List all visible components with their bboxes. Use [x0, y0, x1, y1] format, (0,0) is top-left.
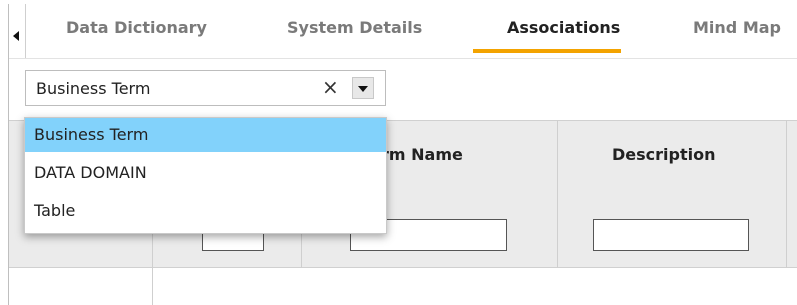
column-divider — [557, 120, 558, 268]
caret-down-icon — [358, 86, 368, 92]
dropdown-option-business-term[interactable]: Business Term — [25, 118, 386, 152]
dropdown-option-table[interactable]: Table — [25, 194, 386, 228]
tab-mind-map[interactable]: Mind Map — [693, 18, 781, 48]
filter-input-description[interactable] — [593, 219, 749, 251]
active-tab-indicator — [473, 49, 621, 53]
column-header-description[interactable]: Description — [612, 145, 715, 164]
dropdown-option-data-domain[interactable]: DATA DOMAIN — [25, 156, 386, 190]
association-type-row: Business Term × — [9, 58, 797, 121]
tab-system-details[interactable]: System Details — [287, 18, 422, 48]
clear-icon[interactable]: × — [322, 76, 339, 98]
combobox-value: Business Term — [36, 79, 151, 98]
tab-associations[interactable]: Associations — [507, 18, 620, 48]
dropdown-toggle-button[interactable] — [352, 77, 374, 99]
tab-data-dictionary[interactable]: Data Dictionary — [66, 18, 207, 48]
association-type-dropdown-list: Business Term DATA DOMAIN Table — [24, 117, 387, 234]
column-header-term-name[interactable]: rm Name — [381, 145, 463, 164]
tab-scroll-left-button[interactable] — [9, 4, 26, 58]
association-type-combobox[interactable]: Business Term × — [25, 70, 386, 106]
grid-body — [9, 268, 797, 305]
tab-bar: Data Dictionary System Details Associati… — [9, 4, 797, 58]
associations-panel: Data Dictionary System Details Associati… — [8, 4, 797, 305]
column-divider — [786, 120, 787, 268]
caret-left-icon — [13, 31, 19, 41]
